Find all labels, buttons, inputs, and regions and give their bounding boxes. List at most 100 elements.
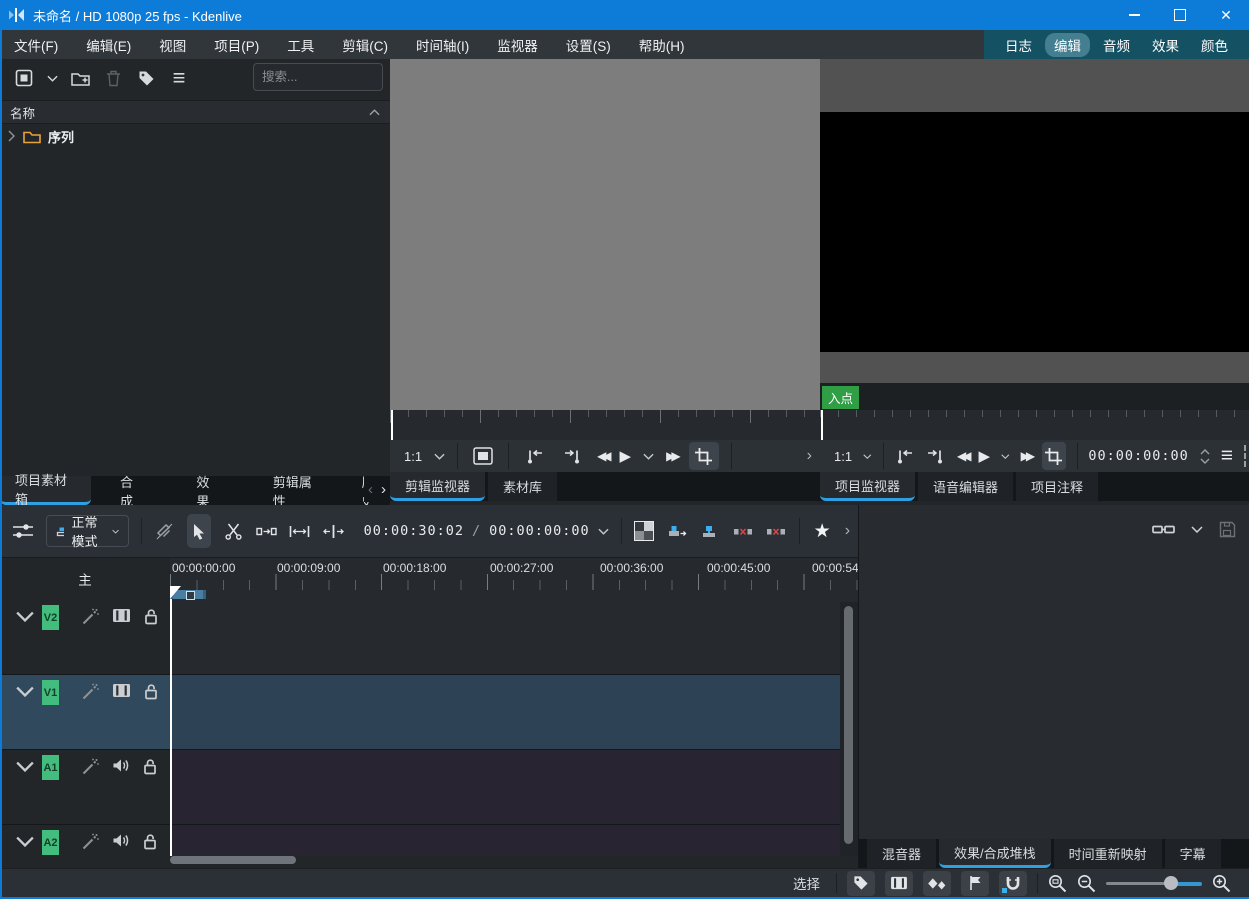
chevron-down-icon[interactable]: [1191, 526, 1203, 533]
project-monitor-playhead[interactable]: [821, 410, 823, 440]
timecode-dropdown-chevron-icon[interactable]: [598, 528, 609, 535]
timeline-ruler[interactable]: 00:00:00:00 00:00:09:00 00:00:18:00 00:0…: [170, 558, 858, 601]
playhead-line[interactable]: [170, 599, 172, 856]
delete-button[interactable]: [101, 66, 125, 90]
collapse-chevron-icon[interactable]: [14, 686, 36, 697]
maximize-button[interactable]: [1157, 0, 1203, 30]
tab-clip-monitor[interactable]: 剪辑监视器: [390, 472, 485, 501]
playhead-flag[interactable]: [170, 586, 181, 599]
close-button[interactable]: ✕: [1203, 0, 1249, 30]
toolbar-overflow-icon[interactable]: ›: [845, 522, 850, 540]
clip-monitor-ruler[interactable]: [390, 410, 820, 441]
toolbar-overflow-icon[interactable]: ›: [807, 447, 812, 465]
track-header-v1[interactable]: V1: [0, 675, 170, 749]
collapse-chevron-icon[interactable]: [14, 761, 36, 772]
tab-time-remap[interactable]: 时间重新映射: [1054, 839, 1162, 868]
tab-scroll-left-icon[interactable]: ‹: [368, 481, 373, 498]
play-dropdown-chevron-icon[interactable]: [643, 453, 654, 460]
forward-button[interactable]: ▶▶: [1021, 449, 1031, 463]
search-input[interactable]: [253, 63, 383, 91]
bin-menu-button[interactable]: ≡: [167, 66, 191, 90]
project-monitor-display[interactable]: [820, 112, 1249, 352]
bin-tree-item-sequence[interactable]: 序列: [0, 125, 390, 147]
menu-view[interactable]: 视图: [145, 30, 200, 59]
project-monitor-ruler[interactable]: [820, 410, 1249, 441]
monitor-zoom-level[interactable]: 1:1: [404, 449, 422, 464]
lock-icon[interactable]: [144, 683, 158, 700]
timeline-horizontal-scrollbar[interactable]: [170, 856, 840, 865]
menu-project[interactable]: 项目(P): [200, 30, 273, 59]
clip-monitor-playhead[interactable]: [391, 410, 393, 440]
spin-up-icon[interactable]: [1200, 449, 1210, 455]
workspace-color[interactable]: 颜色: [1192, 33, 1237, 57]
go-to-out-point-button[interactable]: [926, 444, 946, 468]
track-lane-v2[interactable]: [170, 600, 858, 674]
tab-mixer[interactable]: 混音器: [867, 839, 936, 868]
playhead-position-timecode[interactable]: 00:00:30:02: [364, 523, 464, 539]
clip-monitor-display[interactable]: [390, 59, 820, 410]
add-clip-button[interactable]: [12, 66, 36, 90]
video-film-icon[interactable]: [112, 608, 131, 623]
monitor-timecode[interactable]: 00:00:00:00: [1088, 448, 1188, 464]
zoom-in-icon[interactable]: [1212, 874, 1231, 893]
save-icon[interactable]: [1219, 521, 1236, 538]
menu-file[interactable]: 文件(F): [0, 30, 72, 59]
minimize-button[interactable]: [1111, 0, 1157, 30]
video-film-icon[interactable]: [112, 683, 131, 698]
mix-clips-button[interactable]: [154, 516, 175, 546]
tab-project-bin[interactable]: 项目素材箱: [0, 476, 91, 505]
link-icon[interactable]: [1152, 523, 1175, 536]
menu-clip[interactable]: 剪辑(C): [328, 30, 402, 59]
effects-wand-icon[interactable]: [81, 683, 99, 701]
workspace-logging[interactable]: 日志: [996, 33, 1041, 57]
effects-wand-icon[interactable]: [81, 758, 99, 776]
forward-button[interactable]: ▶▶: [666, 449, 676, 463]
slider-knob[interactable]: [1164, 876, 1178, 890]
slip-tool-button[interactable]: [323, 516, 344, 546]
tab-project-notes[interactable]: 项目注释: [1016, 472, 1098, 501]
favorite-effects-button[interactable]: ★: [812, 516, 833, 546]
tag-toggle-button[interactable]: [847, 871, 875, 896]
timeline-vertical-scrollbar[interactable]: [840, 602, 858, 856]
tab-effects[interactable]: 效果: [181, 476, 235, 505]
transparency-button[interactable]: [633, 516, 654, 546]
track-settings-button[interactable]: [12, 516, 34, 546]
rewind-button[interactable]: ◀◀: [597, 449, 607, 463]
tab-speech-editor[interactable]: 语音编辑器: [918, 472, 1013, 501]
zoom-fit-icon[interactable]: [1048, 874, 1067, 893]
monitor-zoom-level[interactable]: 1:1: [834, 449, 852, 464]
track-badge[interactable]: A2: [42, 830, 59, 855]
lock-icon[interactable]: [143, 833, 157, 850]
timecode-spinner[interactable]: [1200, 449, 1210, 464]
zoom-dropdown-chevron-icon[interactable]: [863, 453, 872, 460]
tab-subtitles[interactable]: 字幕: [1165, 839, 1221, 868]
tab-library[interactable]: 素材库: [488, 472, 557, 501]
track-badge[interactable]: V1: [42, 680, 59, 705]
go-to-out-point-button[interactable]: [559, 444, 585, 468]
zone-duration-timecode[interactable]: 00:00:00:00: [489, 523, 589, 539]
thumbnails-toggle-button[interactable]: [885, 871, 913, 896]
spin-down-icon[interactable]: [1200, 458, 1210, 464]
razor-tool-button[interactable]: [223, 516, 244, 546]
track-header-a2[interactable]: A2: [0, 825, 170, 856]
track-lane-a2[interactable]: [170, 825, 858, 856]
scrollbar-thumb[interactable]: [844, 606, 853, 844]
add-clip-dropdown[interactable]: [45, 66, 59, 90]
collapse-chevron-icon[interactable]: [14, 611, 36, 622]
zone-mode-button[interactable]: [689, 442, 719, 470]
overwrite-zone-button[interactable]: [700, 516, 721, 546]
zone-mode-button[interactable]: [1042, 442, 1065, 470]
workspace-editing[interactable]: 编辑: [1045, 33, 1090, 57]
zone-handle[interactable]: [186, 591, 195, 600]
audio-speaker-icon[interactable]: [112, 833, 130, 848]
timeline-zoom-slider[interactable]: [1106, 876, 1202, 890]
play-button[interactable]: ▶: [620, 447, 632, 465]
menu-help[interactable]: 帮助(H): [625, 30, 699, 59]
tab-compositions[interactable]: 合成: [105, 476, 159, 505]
expander-chevron-icon[interactable]: [8, 130, 15, 142]
snap-toggle-button[interactable]: [999, 871, 1027, 896]
show-keyframes-button[interactable]: [923, 871, 951, 896]
clip-in-timeline-button[interactable]: [470, 444, 496, 468]
menu-tools[interactable]: 工具: [273, 30, 328, 59]
menu-edit[interactable]: 编辑(E): [72, 30, 145, 59]
